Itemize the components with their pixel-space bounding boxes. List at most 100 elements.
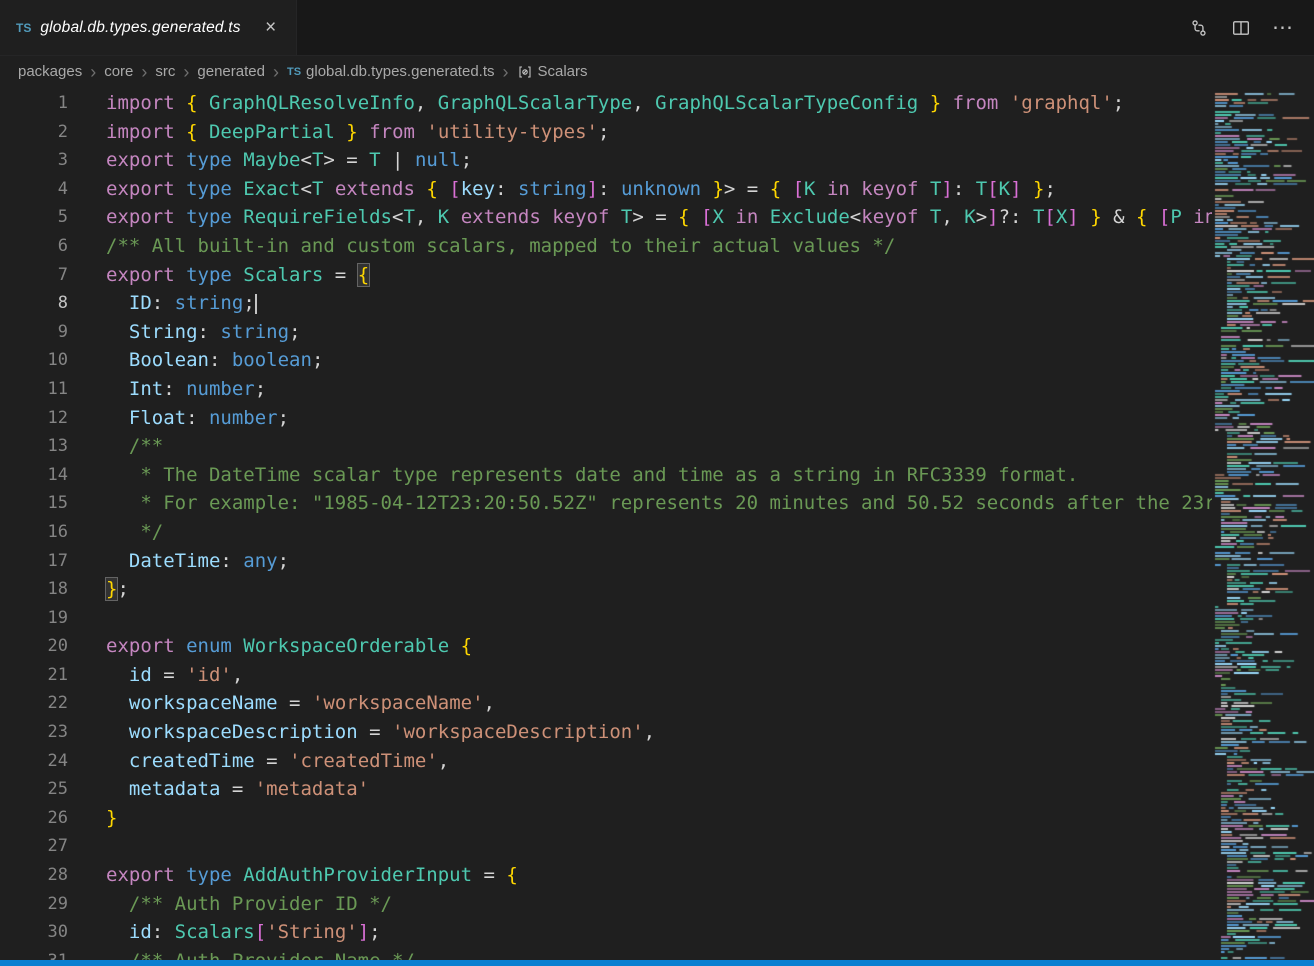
line-number[interactable]: 15 [0,489,68,518]
line-number[interactable]: 1 [0,89,68,118]
code-line[interactable]: 14 * The DateTime scalar type represents… [0,461,1212,490]
code-line[interactable]: 13 /** [0,432,1212,461]
line-number[interactable]: 3 [0,146,68,175]
code-line[interactable]: 7export type Scalars = { [0,261,1212,290]
code-line[interactable]: 27 [0,832,1212,861]
breadcrumb-item-generated[interactable]: generated [197,63,265,80]
code-line[interactable]: 22 workspaceName = 'workspaceName', [0,689,1212,718]
close-tab-icon[interactable]: × [260,17,282,39]
line-number[interactable]: 6 [0,232,68,261]
code-token [541,206,552,228]
breadcrumb-item-packages[interactable]: packages [18,63,82,80]
minimap-canvas[interactable] [1212,87,1314,961]
code-token: : [152,292,175,314]
code-token [701,178,712,200]
code-token: /** All built-in and custom scalars, map… [106,235,895,257]
line-number[interactable]: 12 [0,404,68,433]
code-line[interactable]: 26} [0,804,1212,833]
line-number[interactable]: 10 [0,346,68,375]
code-line[interactable]: 19 [0,604,1212,633]
code-token: < [300,178,311,200]
code-token: : [163,378,186,400]
code-token: ; [369,921,380,943]
line-number[interactable]: 4 [0,175,68,204]
line-number[interactable]: 28 [0,861,68,890]
breadcrumb-item-src[interactable]: src [155,63,175,80]
code-line[interactable]: 18}; [0,575,1212,604]
code-line[interactable]: 4export type Exact<T extends { [key: str… [0,175,1212,204]
code-line[interactable]: 17 DateTime: any; [0,547,1212,576]
code-line[interactable]: 31 /** Auth Provider Name */ [0,947,1212,960]
code-line[interactable]: 21 id = 'id', [0,661,1212,690]
code-token: DateTime [129,550,221,572]
code-line[interactable]: 24 createdTime = 'createdTime', [0,747,1212,776]
line-number[interactable]: 20 [0,632,68,661]
line-number[interactable]: 26 [0,804,68,833]
line-number[interactable]: 17 [0,547,68,576]
code-line[interactable]: 16 */ [0,518,1212,547]
breadcrumb-separator: › [181,63,191,81]
line-number[interactable]: 5 [0,203,68,232]
line-number[interactable]: 19 [0,604,68,633]
code-token: , [232,664,243,686]
breadcrumb-item-symbol-scalars[interactable]: Scalars [517,63,588,80]
breadcrumb-item-file[interactable]: TS global.db.types.generated.ts [287,63,495,80]
minimap[interactable] [1212,87,1314,960]
editor-actions: ⋯ [1186,0,1314,55]
code-line[interactable]: 23 workspaceDescription = 'workspaceDesc… [0,718,1212,747]
line-number[interactable]: 24 [0,747,68,776]
code-line[interactable]: 20export enum WorkspaceOrderable { [0,632,1212,661]
code-token: T [930,178,941,200]
line-number[interactable]: 2 [0,118,68,147]
line-number[interactable]: 21 [0,661,68,690]
code-line[interactable]: 1import { GraphQLResolveInfo, GraphQLSca… [0,89,1212,118]
code-line[interactable]: 3export type Maybe<T> = T | null; [0,146,1212,175]
line-number[interactable]: 27 [0,832,68,861]
code-line[interactable]: 10 Boolean: boolean; [0,346,1212,375]
code-token: [ [1044,206,1055,228]
line-number[interactable]: 22 [0,689,68,718]
code-line[interactable]: 2import { DeepPartial } from 'utility-ty… [0,118,1212,147]
code-line[interactable]: 8 ID: string; [0,289,1212,318]
line-number[interactable]: 7 [0,261,68,290]
code-line[interactable]: 25 metadata = 'metadata' [0,775,1212,804]
more-actions-icon[interactable]: ⋯ [1270,15,1296,41]
split-editor-icon[interactable] [1228,15,1254,41]
code-line[interactable]: 11 Int: number; [0,375,1212,404]
code-token: string [175,292,244,314]
code-line[interactable]: 30 id: Scalars['String']; [0,918,1212,947]
code-line-content: export type RequireFields<T, K extends k… [68,203,1212,232]
line-number[interactable]: 31 [0,947,68,960]
code-line[interactable]: 5export type RequireFields<T, K extends … [0,203,1212,232]
code-line[interactable]: 15 * For example: "1985-04-12T23:20:50.5… [0,489,1212,518]
open-changes-icon[interactable] [1186,15,1212,41]
line-number[interactable]: 30 [0,918,68,947]
tab-global-db-types-generated[interactable]: TS global.db.types.generated.ts × [0,0,297,55]
code-token [106,664,129,686]
code-line[interactable]: 9 String: string; [0,318,1212,347]
code-token [415,121,426,143]
breadcrumb-item-core[interactable]: core [104,63,133,80]
code-line[interactable]: 12 Float: number; [0,404,1212,433]
code-token [690,206,701,228]
line-number[interactable]: 14 [0,461,68,490]
line-number[interactable]: 23 [0,718,68,747]
line-number[interactable]: 8 [0,289,68,318]
line-number[interactable]: 29 [0,890,68,919]
line-number[interactable]: 9 [0,318,68,347]
code-token: extends [335,178,415,200]
code-area[interactable]: 1import { GraphQLResolveInfo, GraphQLSca… [0,87,1212,960]
code-line-content: } [68,804,117,833]
code-line[interactable]: 6 /** All built-in and custom scalars, ma… [0,232,1212,261]
line-number[interactable]: 18 [0,575,68,604]
code-line-content: }; [68,575,129,604]
code-line[interactable]: 29 /** Auth Provider ID */ [0,890,1212,919]
code-token [358,121,369,143]
line-number[interactable]: 13 [0,432,68,461]
line-number[interactable]: 25 [0,775,68,804]
code-line[interactable]: 28export type AddAuthProviderInput = { [0,861,1212,890]
code-token [106,378,129,400]
code-token: Maybe [243,149,300,171]
line-number[interactable]: 11 [0,375,68,404]
line-number[interactable]: 16 [0,518,68,547]
